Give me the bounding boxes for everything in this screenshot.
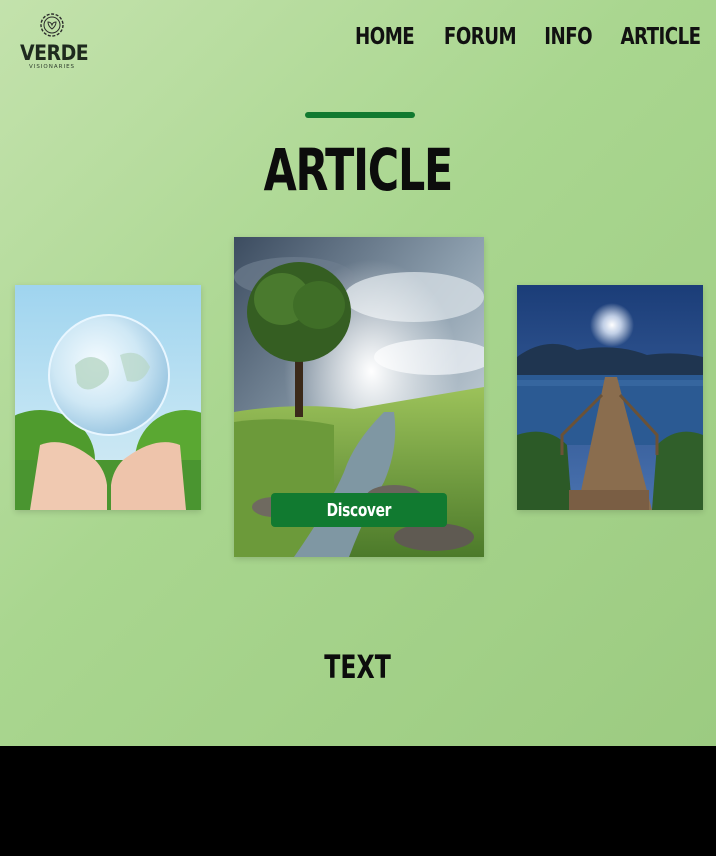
discover-button[interactable]: Discover <box>271 493 447 527</box>
section-heading: TEXT <box>324 648 392 686</box>
nav-info[interactable]: INFO <box>544 24 592 50</box>
page: VERDE VISIONARIES HOME FORUM INFO ARTICL… <box>0 0 716 746</box>
page-title: ARTICLE <box>263 136 454 204</box>
footer-bar <box>0 746 716 856</box>
nav-forum[interactable]: FORUM <box>443 24 516 50</box>
brand-tagline: VISIONARIES <box>28 64 76 70</box>
title-accent-bar <box>305 112 415 118</box>
brand-logo[interactable]: VERDE VISIONARIES <box>20 12 89 72</box>
lake-pier-night-image <box>517 285 703 510</box>
nav-article[interactable]: ARTICLE <box>620 24 701 50</box>
carousel-card-left[interactable] <box>15 285 201 510</box>
hands-holding-globe-image <box>15 285 201 510</box>
leaf-gear-icon <box>40 13 64 37</box>
nav-home[interactable]: HOME <box>355 24 415 50</box>
main-nav: HOME FORUM INFO ARTICLE <box>351 24 706 50</box>
brand-name: VERDE <box>20 41 89 65</box>
carousel-card-right[interactable] <box>517 285 703 510</box>
